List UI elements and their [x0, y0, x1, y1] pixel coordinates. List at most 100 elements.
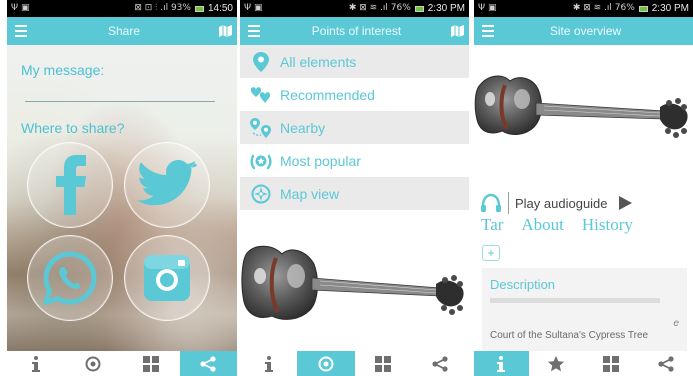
- bottom-tab-bar: [7, 351, 237, 376]
- grid-icon: [375, 355, 392, 372]
- grid-icon: [142, 355, 159, 372]
- battery-icon: [638, 5, 648, 12]
- map-icon[interactable]: [445, 17, 469, 45]
- battery-icon: [414, 5, 424, 12]
- tar-instrument-image: [474, 45, 693, 185]
- audioguide-label: Play audioguide: [515, 195, 608, 211]
- poi-item-nearby[interactable]: Nearby: [240, 111, 469, 144]
- tab-grid[interactable]: [355, 351, 412, 376]
- compass-icon: [250, 183, 272, 205]
- expand-button[interactable]: +: [482, 245, 500, 261]
- content-tabs: Tar About History: [481, 215, 633, 235]
- instagram-share-button[interactable]: [124, 235, 210, 321]
- whatsapp-share-button[interactable]: [27, 235, 113, 321]
- tab-share[interactable]: [412, 351, 469, 376]
- share-label: Where to share?: [21, 120, 125, 136]
- target-icon: [318, 356, 334, 371]
- tab-info[interactable]: [240, 351, 297, 376]
- tab-favorites[interactable]: [529, 351, 584, 376]
- menu-icon[interactable]: [240, 17, 268, 45]
- info-icon: [264, 355, 273, 372]
- poi-list: All elements Recommended Nearby Most pop…: [240, 45, 469, 210]
- screen-title: Site overview: [549, 24, 622, 38]
- menu-icon[interactable]: [474, 17, 502, 45]
- status-time: 2:30 PM: [651, 3, 689, 14]
- twitter-share-button[interactable]: [124, 142, 210, 228]
- facebook-icon: [56, 155, 86, 215]
- info-icon: [497, 355, 506, 372]
- nearby-pins-icon: [250, 117, 272, 139]
- info-icon: [31, 355, 40, 372]
- poi-item-all-elements[interactable]: All elements: [240, 45, 469, 78]
- status-time: 14:50: [207, 3, 233, 14]
- status-right-icons: ⊠ ⊡ ⫶ .ıl 93%: [134, 3, 191, 13]
- tar-instrument-image: [241, 245, 464, 320]
- tab-share[interactable]: [638, 351, 693, 376]
- message-label: My message:: [21, 62, 105, 78]
- poi-item-most-popular[interactable]: Most popular: [240, 144, 469, 177]
- action-bar: Share: [7, 17, 237, 45]
- tab-grid[interactable]: [584, 351, 639, 376]
- divider: [508, 192, 509, 214]
- map-icon[interactable]: [213, 17, 237, 45]
- poi-item-label: All elements: [280, 53, 357, 70]
- status-right-icons: ✱ ⊠ ≋ .ıl 76%: [572, 3, 635, 13]
- twitter-icon: [137, 160, 197, 206]
- description-card: Description e Court of the Sultana's Cyp…: [482, 268, 687, 353]
- action-bar: Site overview: [474, 17, 693, 45]
- bottom-tab-bar: [474, 351, 693, 376]
- screen-title: Points of interest: [311, 24, 402, 38]
- facebook-share-button[interactable]: [27, 142, 113, 228]
- play-audioguide-button[interactable]: Play audioguide: [474, 188, 693, 218]
- status-bar: Ψ ▣ ✱ ⊠ ≋ .ıl 76% 2:30 PM: [474, 0, 693, 17]
- tab-info[interactable]: [474, 351, 529, 376]
- tab-about[interactable]: About: [521, 215, 564, 235]
- status-bar: Ψ ▣ ✱ ⊠ ≋ .ıl 76% 2:30 PM: [240, 0, 469, 17]
- poi-item-recommended[interactable]: Recommended: [240, 78, 469, 111]
- headphones-icon: [481, 193, 501, 212]
- poi-item-label: Nearby: [280, 119, 326, 136]
- grid-icon: [602, 355, 619, 372]
- whatsapp-icon: [43, 251, 97, 305]
- description-title: Description: [490, 277, 556, 292]
- screen-title: Share: [107, 24, 141, 38]
- status-left-icons: Ψ ▣: [478, 3, 497, 13]
- points-of-interest-screen: Ψ ▣ ✱ ⊠ ≋ .ıl 76% 2:30 PM Points of inte…: [240, 0, 469, 376]
- share-screen: Ψ ▣ ⊠ ⊡ ⫶ .ıl 93% 14:50 Share My message…: [7, 0, 237, 376]
- bottom-tab-bar: [240, 351, 469, 376]
- popular-icon: [250, 150, 272, 172]
- description-mark: e: [673, 318, 679, 329]
- status-time: 2:30 PM: [427, 3, 465, 14]
- message-input[interactable]: [25, 101, 215, 102]
- target-icon: [85, 356, 101, 371]
- poi-item-label: Map view: [280, 185, 340, 202]
- status-right-icons: ✱ ⊠ ≋ .ıl 76%: [348, 3, 411, 13]
- status-left-icons: Ψ ▣: [244, 3, 263, 13]
- map-pin-icon: [250, 51, 272, 73]
- tab-target[interactable]: [65, 351, 123, 376]
- tab-history[interactable]: History: [582, 215, 633, 235]
- play-icon: [618, 196, 632, 210]
- share-icon: [200, 355, 216, 372]
- tab-grid[interactable]: [122, 351, 180, 376]
- description-blurred-text: [490, 298, 660, 303]
- share-icon: [658, 355, 674, 372]
- poi-item-map-view[interactable]: Map view: [240, 177, 469, 210]
- tab-share[interactable]: [179, 351, 237, 376]
- tab-tar[interactable]: Tar: [481, 215, 503, 235]
- share-icon: [432, 355, 448, 372]
- status-left-icons: Ψ ▣: [11, 3, 30, 13]
- description-text: Court of the Sultana's Cypress Tree: [490, 330, 649, 341]
- menu-icon[interactable]: [7, 17, 35, 45]
- star-icon: [548, 355, 565, 371]
- hearts-icon: [250, 84, 272, 106]
- site-overview-screen: Ψ ▣ ✱ ⊠ ≋ .ıl 76% 2:30 PM Site overview …: [474, 0, 693, 376]
- poi-item-label: Recommended: [280, 86, 375, 103]
- tab-info[interactable]: [7, 351, 65, 376]
- battery-icon: [194, 5, 204, 12]
- action-bar: Points of interest: [240, 17, 469, 45]
- instagram-icon: [144, 255, 190, 301]
- status-bar: Ψ ▣ ⊠ ⊡ ⫶ .ıl 93% 14:50: [7, 0, 237, 17]
- poi-item-label: Most popular: [280, 152, 361, 169]
- tab-target[interactable]: [297, 351, 355, 376]
